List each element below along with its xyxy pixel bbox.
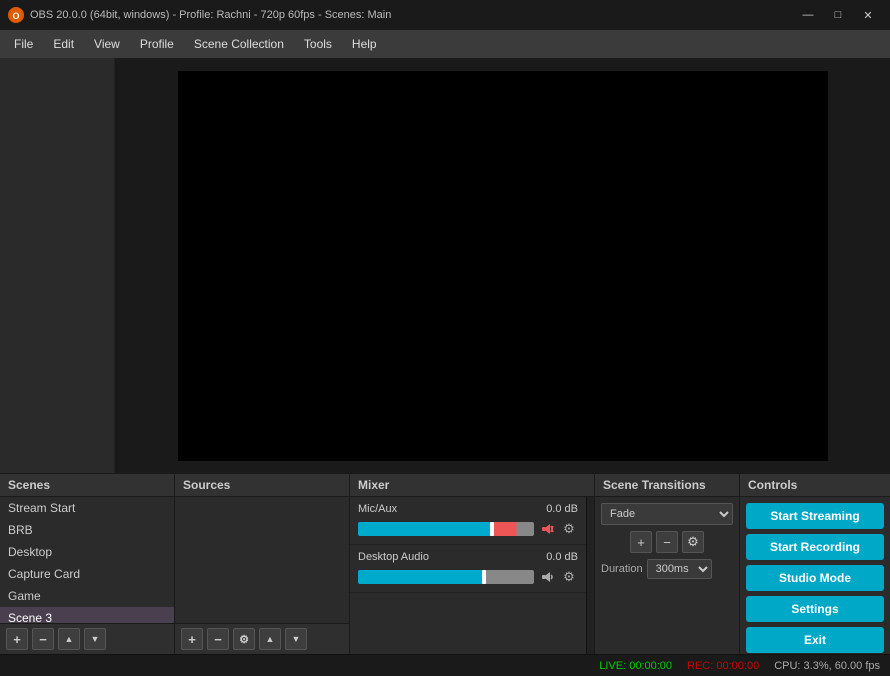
duration-select[interactable]: 300ms 500ms 1000ms xyxy=(647,559,712,579)
mixer-channel-mic: Mic/Aux 0.0 dB xyxy=(350,497,586,545)
source-list xyxy=(175,497,349,623)
mixer-mic-fader-row: ⚙ xyxy=(358,520,578,538)
menu-help[interactable]: Help xyxy=(342,33,387,55)
menubar: File Edit View Profile Scene Collection … xyxy=(0,30,890,58)
controls-header: Controls xyxy=(740,474,890,497)
scene-item-game[interactable]: Game xyxy=(0,585,174,607)
left-panel xyxy=(0,58,115,473)
studio-mode-button[interactable]: Studio Mode xyxy=(746,565,884,591)
mixer-desktop-name: Desktop Audio xyxy=(358,551,429,563)
sources-header: Sources xyxy=(175,474,349,497)
controls-body: Start Streaming Start Recording Studio M… xyxy=(740,497,890,659)
rec-label: REC: xyxy=(687,660,713,672)
live-label: LIVE: xyxy=(599,660,626,672)
scene-move-up-button[interactable]: ▲ xyxy=(58,628,80,650)
window-controls: — □ ✕ xyxy=(794,5,882,25)
transitions-header: Scene Transitions xyxy=(595,474,739,497)
mixer-mic-db: 0.0 dB xyxy=(546,503,578,515)
menu-view[interactable]: View xyxy=(84,33,130,55)
scenes-toolbar: + − ▲ ▼ xyxy=(0,623,174,654)
scene-move-down-button[interactable]: ▼ xyxy=(84,628,106,650)
cpu-status: CPU: 3.3%, 60.00 fps xyxy=(774,660,880,672)
scene-remove-button[interactable]: − xyxy=(32,628,54,650)
main-area xyxy=(0,58,890,473)
mixer-mic-mute-button[interactable] xyxy=(538,520,556,538)
minimize-button[interactable]: — xyxy=(794,5,822,25)
mixer-mic-thumb xyxy=(490,522,494,536)
fps-label: 60.00 fps xyxy=(835,660,880,672)
maximize-button[interactable]: □ xyxy=(824,5,852,25)
source-settings-button[interactable]: ⚙ xyxy=(233,628,255,650)
close-button[interactable]: ✕ xyxy=(854,5,882,25)
scene-add-button[interactable]: + xyxy=(6,628,28,650)
cpu-label: CPU: 3.3%, xyxy=(774,660,831,672)
rec-status: REC: 00:00:00 xyxy=(687,660,759,672)
mixer-desktop-fader-row: ⚙ xyxy=(358,568,578,586)
svg-text:O: O xyxy=(12,11,19,21)
mixer-desktop-mute-button[interactable] xyxy=(538,568,556,586)
source-move-down-button[interactable]: ▼ xyxy=(285,628,307,650)
transition-settings-button[interactable]: ⚙ xyxy=(682,531,704,553)
duration-row: Duration 300ms 500ms 1000ms xyxy=(601,559,733,579)
source-add-button[interactable]: + xyxy=(181,628,203,650)
start-streaming-button[interactable]: Start Streaming xyxy=(746,503,884,529)
scene-item-brb[interactable]: BRB xyxy=(0,519,174,541)
start-recording-button[interactable]: Start Recording xyxy=(746,534,884,560)
preview-canvas xyxy=(178,71,828,461)
app-icon: O xyxy=(8,7,24,23)
scenes-panel: Scenes Stream Start BRB Desktop Capture … xyxy=(0,474,175,654)
duration-label: Duration xyxy=(601,563,643,575)
window-title: OBS 20.0.0 (64bit, windows) - Profile: R… xyxy=(30,9,391,21)
mixer-header: Mixer xyxy=(350,474,594,497)
mixer-mic-header: Mic/Aux 0.0 dB xyxy=(358,503,578,515)
mixer-channel-desktop: Desktop Audio 0.0 dB xyxy=(350,545,586,593)
mixer-desktop-header: Desktop Audio 0.0 dB xyxy=(358,551,578,563)
mixer-mic-name: Mic/Aux xyxy=(358,503,397,515)
source-remove-button[interactable]: − xyxy=(207,628,229,650)
transitions-type-select[interactable]: Fade Cut Swipe Slide Stinger Fade to Col… xyxy=(601,503,733,525)
transition-add-button[interactable]: + xyxy=(630,531,652,553)
menu-scene-collection[interactable]: Scene Collection xyxy=(184,33,294,55)
titlebar: O OBS 20.0.0 (64bit, windows) - Profile:… xyxy=(0,0,890,30)
mixer-desktop-thumb xyxy=(482,570,486,584)
sources-panel: Sources + − ⚙ ▲ ▼ xyxy=(175,474,350,654)
scene-item-capture-card[interactable]: Capture Card xyxy=(0,563,174,585)
mixer-desktop-db: 0.0 dB xyxy=(546,551,578,563)
scene-item-scene3[interactable]: Scene 3 xyxy=(0,607,174,623)
mixer-mic-settings-button[interactable]: ⚙ xyxy=(560,520,578,538)
scene-item-stream-start[interactable]: Stream Start xyxy=(0,497,174,519)
source-move-up-button[interactable]: ▲ xyxy=(259,628,281,650)
transition-remove-button[interactable]: − xyxy=(656,531,678,553)
mixer-channels: Mic/Aux 0.0 dB xyxy=(350,497,586,654)
menu-tools[interactable]: Tools xyxy=(294,33,342,55)
transitions-body: Fade Cut Swipe Slide Stinger Fade to Col… xyxy=(595,497,739,654)
sources-toolbar: + − ⚙ ▲ ▼ xyxy=(175,623,349,654)
live-time: 00:00:00 xyxy=(629,660,672,672)
menu-file[interactable]: File xyxy=(4,33,43,55)
titlebar-left: O OBS 20.0.0 (64bit, windows) - Profile:… xyxy=(8,7,391,23)
settings-button[interactable]: Settings xyxy=(746,596,884,622)
mixer-mic-fader[interactable] xyxy=(358,522,534,536)
mixer-desktop-fader[interactable] xyxy=(358,570,534,584)
controls-panel: Controls Start Streaming Start Recording… xyxy=(740,474,890,654)
mixer-panel: Mixer Mic/Aux 0.0 dB xyxy=(350,474,595,654)
mixer-desktop-settings-button[interactable]: ⚙ xyxy=(560,568,578,586)
menu-profile[interactable]: Profile xyxy=(130,33,184,55)
rec-time: 00:00:00 xyxy=(716,660,759,672)
menu-edit[interactable]: Edit xyxy=(43,33,84,55)
transitions-panel: Scene Transitions Fade Cut Swipe Slide S… xyxy=(595,474,740,654)
bottom-area: Scenes Stream Start BRB Desktop Capture … xyxy=(0,473,890,654)
mixer-scrollbar[interactable] xyxy=(586,497,594,654)
transitions-toolbar: + − ⚙ xyxy=(601,531,733,553)
mixer-inner: Mic/Aux 0.0 dB xyxy=(350,497,594,654)
exit-button[interactable]: Exit xyxy=(746,627,884,653)
live-status: LIVE: 00:00:00 xyxy=(599,660,672,672)
scenes-header: Scenes xyxy=(0,474,174,497)
scene-item-desktop[interactable]: Desktop xyxy=(0,541,174,563)
scene-list: Stream Start BRB Desktop Capture Card Ga… xyxy=(0,497,174,623)
preview-container xyxy=(115,58,890,473)
